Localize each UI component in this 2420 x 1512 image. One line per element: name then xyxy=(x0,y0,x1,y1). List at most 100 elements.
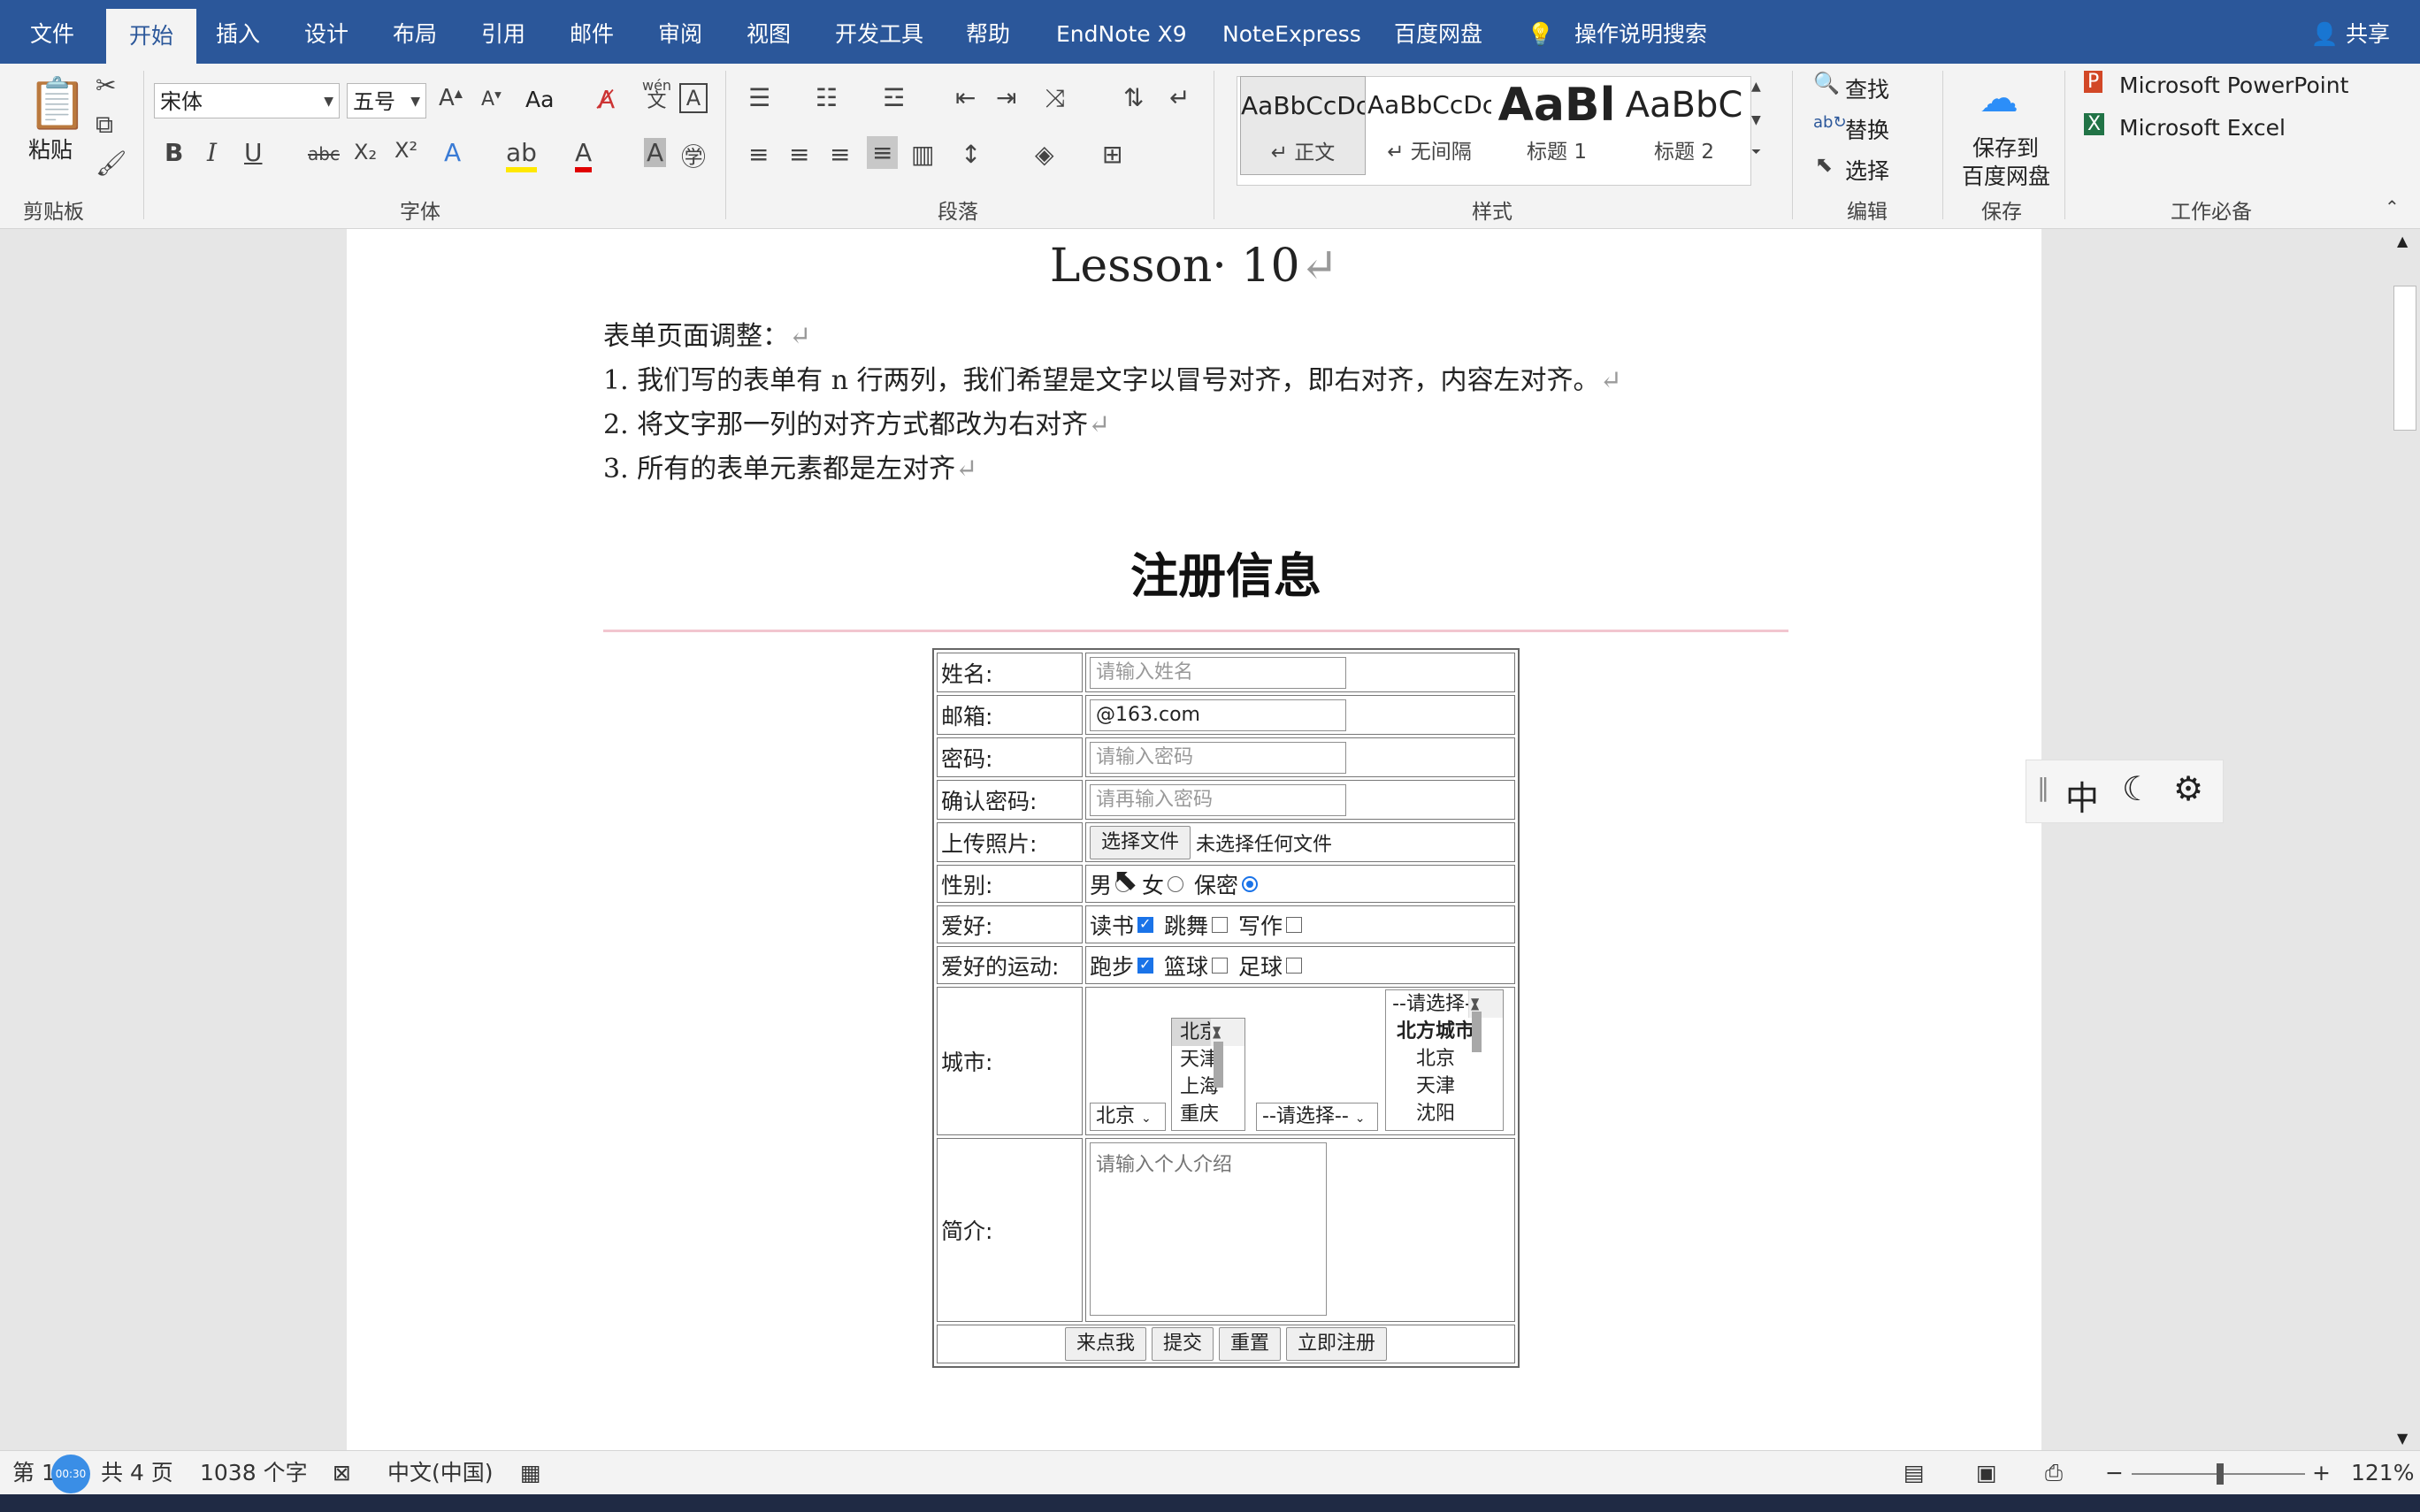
copy-icon[interactable]: ⧉ xyxy=(96,110,113,140)
tab-file[interactable]: 文件 xyxy=(30,0,74,64)
char-border-icon[interactable]: A xyxy=(679,83,708,113)
numbering-icon[interactable]: ☷ xyxy=(816,83,838,112)
name-input[interactable]: 请输入姓名 xyxy=(1090,656,1346,689)
style-heading-2[interactable]: AaBbC 标题 2 xyxy=(1622,76,1746,173)
password-input[interactable]: 请输入密码 xyxy=(1090,741,1346,774)
web-layout-icon[interactable]: ⎙ xyxy=(2045,1451,2063,1495)
underline-icon[interactable]: U xyxy=(244,138,263,167)
chinese-layout-icon[interactable]: ⤨ xyxy=(1045,83,1065,113)
italic-icon[interactable]: I xyxy=(207,138,217,167)
listbox-scrollbar[interactable]: ▲ ▼ xyxy=(1210,1019,1244,1088)
zoom-level[interactable]: 121% xyxy=(2351,1451,2414,1495)
tab-noteexpress[interactable]: NoteExpress xyxy=(1222,0,1361,64)
font-name-combo[interactable]: 宋体 ▼ xyxy=(154,83,340,118)
tab-view[interactable]: 视图 xyxy=(747,0,791,64)
drag-handle-icon[interactable]: ‖ xyxy=(2037,773,2049,802)
choose-file-button[interactable]: 选择文件 xyxy=(1090,825,1191,859)
more-styles-icon[interactable]: ⏷ xyxy=(1751,145,1761,159)
save-to-baidu-button-line2[interactable]: 百度网盘 xyxy=(1962,159,2050,191)
find-icon[interactable]: 🔍 xyxy=(1813,71,1840,95)
shrink-font-icon[interactable]: A▼ xyxy=(481,88,502,111)
strikethrough-icon[interactable]: abc xyxy=(308,143,340,164)
gear-icon[interactable]: ⚙ xyxy=(2173,769,2203,808)
tab-review[interactable]: 审阅 xyxy=(658,0,702,64)
tab-help[interactable]: 帮助 xyxy=(966,0,1010,64)
replace-button[interactable]: 替换 xyxy=(1845,113,1889,145)
save-to-baidu-button[interactable]: 保存到 xyxy=(1972,131,2039,163)
list-item[interactable]: 天津 xyxy=(1386,1073,1503,1100)
city-group-select[interactable]: --请选择-- ⌄ xyxy=(1256,1103,1378,1131)
paste-icon[interactable]: 📋 xyxy=(27,74,88,133)
moon-icon[interactable]: ☾ xyxy=(2122,769,2152,808)
listbox-scrollbar[interactable]: ▲ ▼ xyxy=(1468,990,1503,1052)
sport-basketball-checkbox[interactable] xyxy=(1212,957,1229,974)
list-item[interactable]: 天津 xyxy=(1172,1046,1244,1073)
highlight-icon[interactable]: ab xyxy=(506,138,537,172)
paste-button[interactable]: 粘贴 xyxy=(28,133,73,164)
submit-button[interactable]: 提交 xyxy=(1151,1327,1214,1361)
tab-references[interactable]: 引用 xyxy=(481,0,525,64)
powerpoint-launcher[interactable]: Microsoft PowerPoint xyxy=(2119,73,2348,98)
scroll-thumb[interactable] xyxy=(2393,286,2416,431)
scroll-thumb[interactable] xyxy=(1472,1012,1482,1052)
cut-icon[interactable]: ✂ xyxy=(96,71,116,100)
tab-baidu[interactable]: 百度网盘 xyxy=(1394,0,1482,64)
justify-icon[interactable]: ≡ xyxy=(867,136,899,169)
find-button[interactable]: 查找 xyxy=(1845,73,1889,104)
decrease-indent-icon[interactable]: ⇤ xyxy=(955,83,976,112)
style-normal[interactable]: AaBbCcDc ↵ 正文 xyxy=(1240,76,1366,175)
scroll-up-icon[interactable]: ▲ xyxy=(2397,233,2408,249)
secret-radio[interactable] xyxy=(1242,875,1259,892)
replace-icon[interactable]: ab↻ xyxy=(1813,113,1847,132)
tab-developer[interactable]: 开发工具 xyxy=(835,0,923,64)
list-item[interactable]: 北京 xyxy=(1386,1045,1503,1073)
shading-icon[interactable]: ◈ xyxy=(1035,140,1054,169)
baidu-cloud-icon[interactable]: ☁ xyxy=(1980,76,2018,121)
align-right-icon[interactable]: ≡ xyxy=(830,140,850,169)
share-button[interactable]: 👤 共享 xyxy=(2311,0,2390,69)
city-select[interactable]: 北京 ⌄ xyxy=(1090,1103,1166,1131)
tell-me-search[interactable]: 操作说明搜索 xyxy=(1574,0,1707,64)
tab-insert[interactable]: 插入 xyxy=(216,0,260,64)
page-indicator[interactable]: 第 1 xyxy=(12,1451,56,1495)
style-no-spacing[interactable]: AaBbCcDc ↵ 无间隔 xyxy=(1367,76,1491,173)
sort-icon[interactable]: ⇅ xyxy=(1123,83,1144,112)
clear-format-icon[interactable]: A̸ xyxy=(598,85,615,114)
show-marks-icon[interactable]: ↵ xyxy=(1169,83,1190,112)
distributed-icon[interactable]: ▥ xyxy=(911,140,934,169)
reset-button[interactable]: 重置 xyxy=(1219,1327,1282,1361)
read-mode-icon[interactable]: ▤ xyxy=(1903,1451,1925,1495)
sport-running-checkbox[interactable] xyxy=(1137,956,1154,974)
superscript-icon[interactable]: X² xyxy=(394,138,417,163)
zoom-out-icon[interactable]: − xyxy=(2105,1451,2124,1495)
select-cursor-icon[interactable]: ⬉ xyxy=(1815,152,1833,177)
hobby-reading-checkbox[interactable] xyxy=(1137,915,1154,933)
email-input[interactable]: @163.com xyxy=(1090,699,1346,731)
font-color-icon[interactable]: A xyxy=(575,138,593,172)
change-case-button[interactable]: Aa xyxy=(525,87,554,112)
confirm-password-input[interactable]: 请再输入密码 xyxy=(1090,783,1346,816)
hobby-dance-checkbox[interactable] xyxy=(1212,916,1229,933)
intro-textarea[interactable] xyxy=(1090,1142,1327,1316)
tab-mailings[interactable]: 邮件 xyxy=(570,0,614,64)
hobby-writing-checkbox[interactable] xyxy=(1286,916,1303,933)
scroll-down-icon[interactable]: ▼ xyxy=(2397,1430,2408,1447)
font-size-combo[interactable]: 五号 ▼ xyxy=(347,83,426,118)
language-indicator[interactable]: 中文(中国) xyxy=(387,1451,494,1495)
click-me-button[interactable]: 来点我 xyxy=(1064,1327,1146,1361)
scroll-up-icon[interactable]: ▲ xyxy=(1751,80,1761,94)
scroll-thumb[interactable] xyxy=(1214,1042,1223,1088)
proofing-icon[interactable]: ⊠ xyxy=(333,1451,351,1495)
line-spacing-icon[interactable]: ↕ xyxy=(961,140,981,169)
increase-indent-icon[interactable]: ⇥ xyxy=(996,83,1016,112)
borders-icon[interactable]: ⊞ xyxy=(1102,140,1122,169)
document-scrollbar[interactable]: ▲ ▼ xyxy=(2388,229,2420,1450)
grow-font-icon[interactable]: A▲ xyxy=(439,85,463,111)
style-heading-1[interactable]: AaBl 标题 1 xyxy=(1495,76,1619,173)
bold-icon[interactable]: B xyxy=(165,138,183,167)
female-radio[interactable] xyxy=(1168,875,1184,892)
list-item[interactable]: 沈阳 xyxy=(1386,1100,1503,1127)
ime-language-toggle[interactable]: 中 xyxy=(2065,771,2099,820)
sport-football-checkbox[interactable] xyxy=(1286,957,1303,974)
tab-layout[interactable]: 布局 xyxy=(393,0,437,64)
